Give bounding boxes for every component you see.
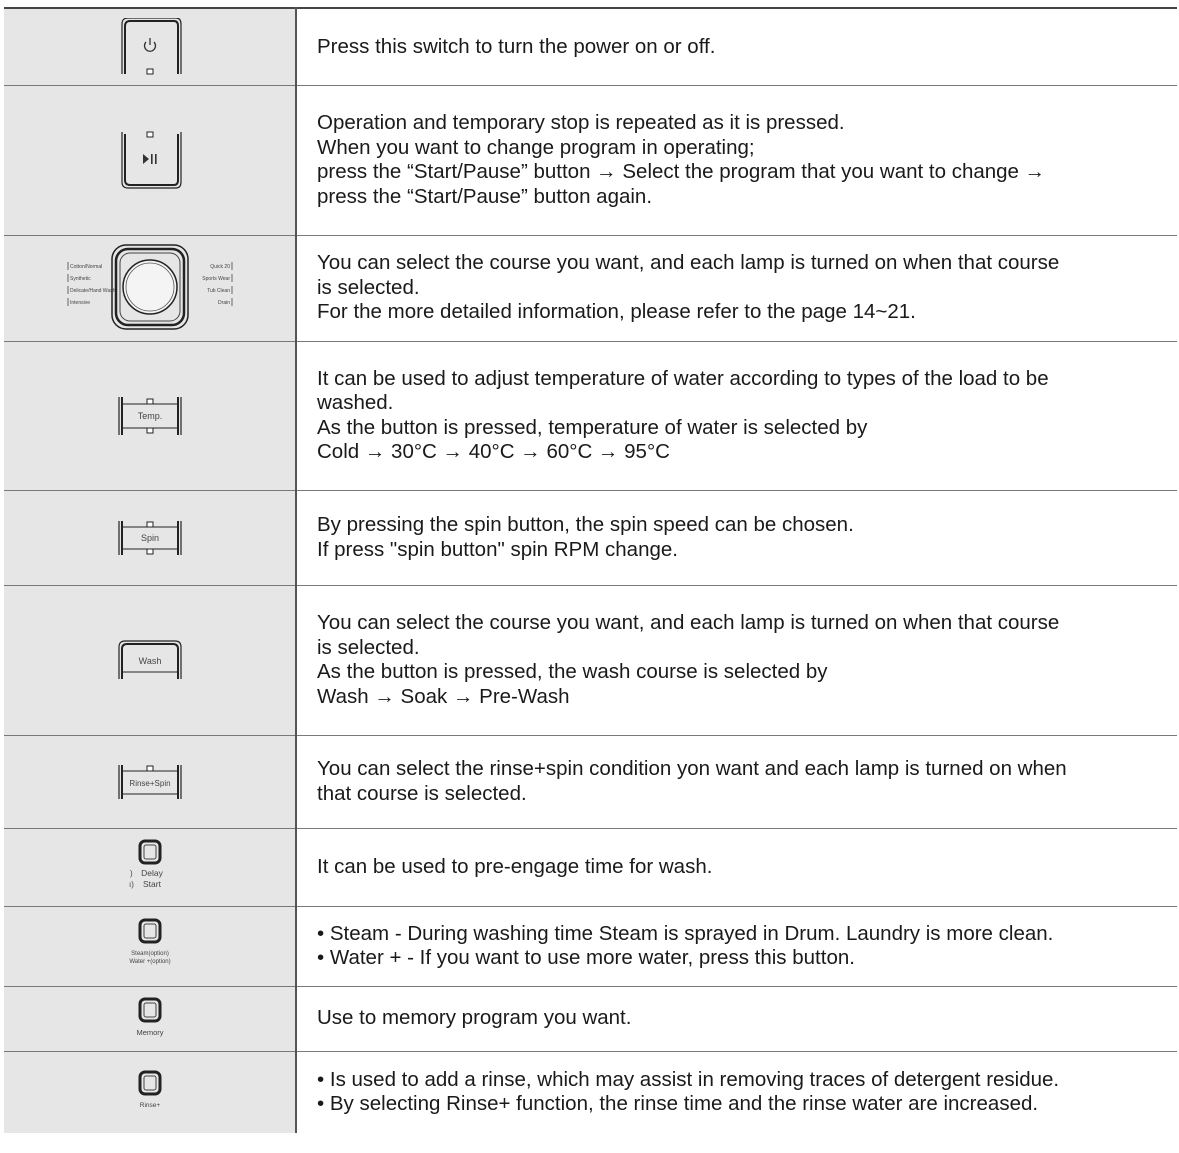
icon-glyph: ı) — [129, 880, 134, 889]
icon-label: Water +(option) — [129, 959, 170, 965]
description-line: As the button is pressed, temperature of… — [317, 415, 868, 439]
table-row: ) ı) Delay Start It can be used to pre-e… — [4, 828, 1177, 907]
description-line: Cold → 30°C → 40°C → 60°C → 95°C — [317, 440, 670, 463]
table-row: Temp. It can be used to adjust temperatu… — [4, 341, 1177, 491]
memory-button-icon: Memory — [120, 997, 180, 1041]
icon-cell: Rinse+ — [4, 1051, 297, 1133]
description-cell: Operation and temporary stop is repeated… — [296, 85, 1177, 236]
description-cell: You can select the rinse+spin condition … — [296, 735, 1177, 829]
description-line: You can select the course you want, and … — [317, 251, 1060, 275]
course-dial-icon: Cotton/Normal Synthetic Delicate/Hand Wa… — [60, 243, 240, 333]
icon-label: Rinse+ — [139, 1102, 160, 1109]
description-cell: It can be used to adjust temperature of … — [296, 341, 1177, 491]
table-row: Cotton/Normal Synthetic Delicate/Hand Wa… — [4, 235, 1177, 342]
icon-cell: Steam(option) Water +(option) — [4, 906, 297, 987]
description-cell: Press this switch to turn the power on o… — [296, 7, 1177, 86]
icon-cell: Spin — [4, 490, 297, 586]
description-line: Operation and temporary stop is repeated… — [317, 111, 845, 134]
dial-label-left: Cotton/Normal — [70, 264, 102, 270]
dial-label-left: Intensive — [70, 300, 90, 306]
icon-cell: Temp. — [4, 341, 297, 491]
description-line: For the more detailed information, pleas… — [317, 300, 916, 324]
dial-label-right: Drain — [218, 300, 230, 306]
description-line: • Steam - During washing time Steam is s… — [317, 921, 1054, 945]
table-row: Memory Use to memory program you want. — [4, 986, 1177, 1052]
description-line: By pressing the spin button, the spin sp… — [317, 513, 854, 536]
icon-label: Delay — [141, 868, 163, 878]
dial-label-left: Synthetic — [70, 276, 91, 282]
description-line: Press this switch to turn the power on o… — [317, 34, 716, 58]
delay-start-button-icon: ) ı) Delay Start — [120, 839, 180, 895]
table-row: Operation and temporary stop is repeated… — [4, 85, 1177, 236]
dial-label-right: Tub Clean — [207, 288, 230, 294]
rinse-spin-button-icon: Rinse+Spin — [116, 763, 184, 801]
description-cell: It can be used to pre-engage time for wa… — [296, 828, 1177, 907]
description-cell: By pressing the spin button, the spin sp… — [296, 490, 1177, 586]
table-row: Wash You can select the course you want,… — [4, 585, 1177, 736]
description-cell: Use to memory program you want. — [296, 986, 1177, 1052]
description-line: It can be used to pre-engage time for wa… — [317, 854, 713, 878]
icon-cell: Rinse+Spin — [4, 735, 297, 829]
icon-cell — [4, 7, 297, 86]
start-pause-button-icon — [117, 130, 183, 190]
spin-button-icon: Spin — [116, 519, 184, 557]
table-row: Steam(option) Water +(option) • Steam - … — [4, 906, 1177, 987]
description-line: washed. — [317, 391, 394, 414]
icon-label: Steam(option) — [131, 951, 169, 957]
description-line: As the button is pressed, the wash cours… — [317, 660, 828, 683]
dial-label-right: Sports Wear — [202, 276, 230, 282]
description-line: Wash → Soak → Pre-Wash — [317, 684, 570, 708]
description-line: If press "spin button" spin RPM change. — [317, 537, 678, 561]
description-line: You can select the rinse+spin condition … — [317, 757, 1067, 780]
icon-label: Memory — [136, 1028, 163, 1037]
temp-button-icon: Temp. — [116, 395, 184, 437]
description-cell: You can select the course you want, and … — [296, 585, 1177, 736]
description-line: It can be used to adjust temperature of … — [317, 366, 1049, 390]
table-row: Spin By pressing the spin button, the sp… — [4, 490, 1177, 586]
icon-cell: Wash — [4, 585, 297, 736]
description-line: is selected. — [317, 635, 420, 659]
steam-water-button-icon: Steam(option) Water +(option) — [115, 918, 185, 974]
description-line: • Water + - If you want to use more wate… — [317, 946, 855, 969]
table-row: Press this switch to turn the power on o… — [4, 7, 1177, 86]
icon-label: Start — [143, 879, 162, 889]
table-row: Rinse+ • Is used to add a rinse, which m… — [4, 1051, 1177, 1133]
dial-label-left: Delicate/Hand Wash — [70, 288, 116, 294]
description-line: Use to memory program you want. — [317, 1006, 632, 1030]
icon-cell — [4, 85, 297, 236]
description-line: press the “Start/Pause” button → Select … — [317, 160, 1046, 183]
description-line: You can select the course you want, and … — [317, 611, 1060, 634]
description-line: is selected. — [317, 275, 420, 299]
icon-label: Rinse+Spin — [129, 779, 170, 788]
icon-label: Wash — [138, 656, 161, 666]
dial-label-right: Quick 20 — [210, 264, 230, 270]
description-line: • Is used to add a rinse, which may assi… — [317, 1067, 1060, 1091]
description-cell: You can select the course you want, and … — [296, 235, 1177, 342]
icon-cell: Memory — [4, 986, 297, 1052]
icon-glyph: ) — [130, 869, 133, 878]
control-description-table: Press this switch to turn the power on o… — [4, 7, 1177, 1133]
icon-label: Temp. — [137, 411, 162, 421]
rinse-plus-button-icon: Rinse+ — [120, 1070, 180, 1114]
description-line: • By selecting Rinse+ function, the rins… — [317, 1092, 1039, 1116]
power-button-icon — [117, 17, 183, 76]
wash-button-icon: Wash — [116, 639, 184, 681]
description-line: When you want to change program in opera… — [317, 135, 755, 159]
icon-cell: Cotton/Normal Synthetic Delicate/Hand Wa… — [4, 235, 297, 342]
description-cell: • Is used to add a rinse, which may assi… — [296, 1051, 1177, 1133]
icon-cell: ) ı) Delay Start — [4, 828, 297, 907]
description-line: press the “Start/Pause” button again. — [317, 184, 653, 208]
table-row: Rinse+Spin You can select the rinse+spin… — [4, 735, 1177, 829]
description-line: that course is selected. — [317, 781, 527, 805]
icon-label: Spin — [140, 533, 158, 543]
description-cell: • Steam - During washing time Steam is s… — [296, 906, 1177, 987]
